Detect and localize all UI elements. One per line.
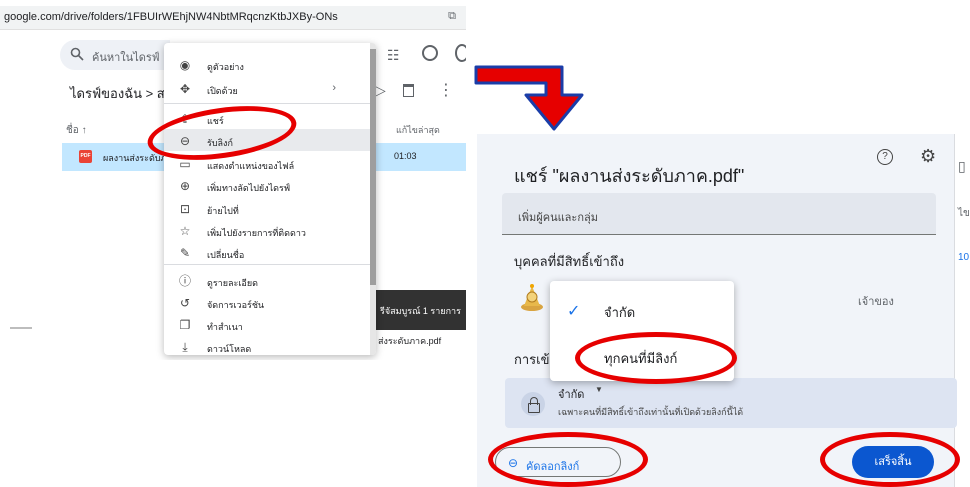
context-menu: ◉ ดูตัวอย่าง ✥ เปิดด้วย › ⇪ แชร์ ⊖ รับลิงก์ ▭ แสดง… <box>164 43 376 355</box>
upload-file-name: ส่งระดับภาค.pdf <box>378 336 442 346</box>
red-arrow-icon <box>474 65 584 131</box>
general-access-row: จำกัด ▼ เฉพาะคนที่มีสิทธิ์เข้าถึงเท่านั้… <box>505 378 957 428</box>
share-icon: ⇪ <box>179 112 191 126</box>
context-menu-item-label: เพิ่มไปยังรายการที่ติดดาว <box>207 228 306 238</box>
context-menu-item-label: เปิดด้วย <box>207 86 238 96</box>
column-header-modified[interactable]: แก้ไขล่าสุด <box>396 123 440 137</box>
share-arrow-icon[interactable]: ▷ <box>375 82 386 99</box>
context-menu-item-label: ดูตัวอย่าง <box>207 62 244 72</box>
context-menu-item-label: เปลี่ยนชื่อ <box>207 250 245 260</box>
open-with-icon: ✥ <box>179 82 191 96</box>
eye-icon: ◉ <box>179 58 191 72</box>
context-menu-item-label: ดาวน์โหลด <box>207 344 252 354</box>
share-dialog: ▯ ไข 10 แชร์ "ผลงานส่งระดับภาค.pdf" ? ⚙ … <box>477 134 970 487</box>
star-icon: ☆ <box>179 224 191 238</box>
file-modified-time: 01:03 <box>394 151 417 161</box>
info-icon: ⓘ <box>178 274 191 288</box>
owner-role-label: เจ้าของ <box>858 296 894 308</box>
context-menu-item-info[interactable]: ⓘ ดูรายละเอียด <box>164 270 366 292</box>
address-bar-url: google.com/drive/folders/1FBUIrWEhjNW4Nb… <box>4 11 338 23</box>
chevron-right-icon: › <box>332 82 336 94</box>
drive-screenshot: google.com/drive/folders/1FBUIrWEhjNW4Nb… <box>0 0 466 360</box>
more-options-icon[interactable]: ⋮ <box>438 80 454 100</box>
lock-icon <box>521 392 545 416</box>
context-menu-item-link[interactable]: ⊖ รับลิงก์ <box>164 130 366 152</box>
context-menu-item-label: เพิ่มทางลัดไปยังไดรฟ์ <box>207 183 291 193</box>
copy-link-button[interactable]: ⊖ คัดลอกลิงก์ <box>495 447 621 477</box>
file-name[interactable]: ผลงานส่งระดับภ <box>103 151 166 165</box>
link-icon: ⊖ <box>179 134 191 148</box>
tab-icon[interactable]: ⧉ <box>448 10 456 23</box>
context-menu-item-star[interactable]: ☆ เพิ่มไปยังรายการที่ติดดาว <box>164 220 366 242</box>
upload-notification: รีจัสมบูรณ์ 1 รายการ <box>374 290 466 330</box>
access-description: เฉพาะคนที่มีสิทธิ์เข้าถึงเท่านั้นที่เปิด… <box>558 407 744 417</box>
rename-icon: ✎ <box>179 246 191 260</box>
context-menu-item-label: รับลิงก์ <box>207 138 233 148</box>
dialog-title: แชร์ "ผลงานส่งระดับภาค.pdf" <box>514 166 745 186</box>
context-menu-scrollbar[interactable] <box>370 43 376 355</box>
shortcut-icon: ⊕ <box>179 179 191 193</box>
add-people-placeholder: เพิ่มผู้คนและกลุ่ม <box>518 212 598 224</box>
search-icon <box>70 47 84 61</box>
address-bar[interactable]: google.com/drive/folders/1FBUIrWEhjNW4Nb… <box>0 6 466 30</box>
context-menu-item-copy[interactable]: ❐ ทำสำเนา <box>164 314 366 336</box>
owner-avatar <box>521 284 543 311</box>
context-menu-item-label: ดูรายละเอียด <box>207 278 258 288</box>
done-button[interactable]: เสร็จสิ้น <box>852 446 934 478</box>
help-icon[interactable]: ? <box>877 149 893 165</box>
pdf-file-icon: PDF <box>79 150 92 163</box>
context-menu-item-download[interactable]: ⤓ ดาวน์โหลด <box>164 336 366 355</box>
background-link: 10 <box>958 252 970 263</box>
help-icon[interactable] <box>455 44 466 62</box>
chevron-down-icon[interactable]: ▼ <box>595 385 603 394</box>
filter-options-icon[interactable]: ☷ <box>387 47 400 64</box>
context-menu-item-move[interactable]: ⊡ ย้ายไปที่ <box>164 198 366 220</box>
trash-icon[interactable] <box>403 84 414 97</box>
context-menu-item-label: ย้ายไปที่ <box>207 206 239 216</box>
context-menu-item-label: จัดการเวอร์ชัน <box>207 300 265 310</box>
context-menu-separator <box>164 264 370 265</box>
background-text: ไข <box>958 208 970 219</box>
access-level-dropdown: ✓ จำกัด ทุกคนที่มีลิงก์ <box>550 281 734 381</box>
context-menu-item-open-with[interactable]: ✥ เปิดด้วย › <box>164 78 366 100</box>
breadcrumb[interactable]: ไดรฟ์ของฉัน > ส <box>70 83 165 104</box>
move-icon: ⊡ <box>179 202 191 216</box>
context-menu-item-shortcut[interactable]: ⊕ เพิ่มทางลัดไปยังไดรฟ์ <box>164 175 366 197</box>
background-trash-icon: ▯ <box>958 158 966 174</box>
dropdown-option-anyone-with-link[interactable]: ทุกคนที่มีลิงก์ <box>604 348 677 369</box>
access-level-select[interactable]: จำกัด <box>558 385 584 403</box>
search-placeholder: ค้นหาในไดรฟ์ <box>92 52 160 64</box>
sidebar-divider <box>10 327 32 329</box>
file-location-icon: ▭ <box>179 157 191 171</box>
search-input[interactable]: ค้นหาในไดรฟ์ <box>60 40 170 70</box>
context-menu-item-share[interactable]: ⇪ แชร์ <box>164 108 366 130</box>
context-menu-item-label: แชร์ <box>207 116 224 126</box>
column-header-name[interactable]: ชื่อ ↑ <box>66 123 87 138</box>
settings-gear-icon[interactable]: ⚙ <box>920 146 936 167</box>
context-menu-item-history[interactable]: ↺ จัดการเวอร์ชัน <box>164 292 366 314</box>
context-menu-item-label: แสดงตำแหน่งของไฟล์ <box>207 161 295 171</box>
download-icon: ⤓ <box>182 340 188 354</box>
offline-status-icon[interactable] <box>422 45 438 61</box>
context-menu-item-eye[interactable]: ◉ ดูตัวอย่าง <box>164 54 366 76</box>
context-menu-item-rename[interactable]: ✎ เปลี่ยนชื่อ <box>164 242 366 264</box>
history-icon: ↺ <box>179 296 191 310</box>
check-icon: ✓ <box>567 303 581 320</box>
context-menu-item-file-location[interactable]: ▭ แสดงตำแหน่งของไฟล์ <box>164 153 366 175</box>
link-icon: ⊖ <box>508 456 519 470</box>
upload-notification-text: รีจัสมบูรณ์ 1 รายการ <box>380 306 461 316</box>
people-with-access-header: บุคคลที่มีสิทธิ์เข้าถึง <box>514 254 625 269</box>
copy-icon: ❐ <box>179 318 191 332</box>
general-access-header: การเข้ <box>514 352 550 367</box>
background-drive-edge: ▯ ไข 10 <box>954 134 970 487</box>
context-menu-separator <box>164 103 370 104</box>
copy-link-label: คัดลอกลิงก์ <box>526 461 580 473</box>
dropdown-option-restricted[interactable]: จำกัด <box>604 302 635 323</box>
context-menu-item-label: ทำสำเนา <box>207 322 243 332</box>
context-menu-scrollbar-thumb[interactable] <box>370 49 376 285</box>
add-people-input[interactable]: เพิ่มผู้คนและกลุ่ม <box>502 193 936 235</box>
